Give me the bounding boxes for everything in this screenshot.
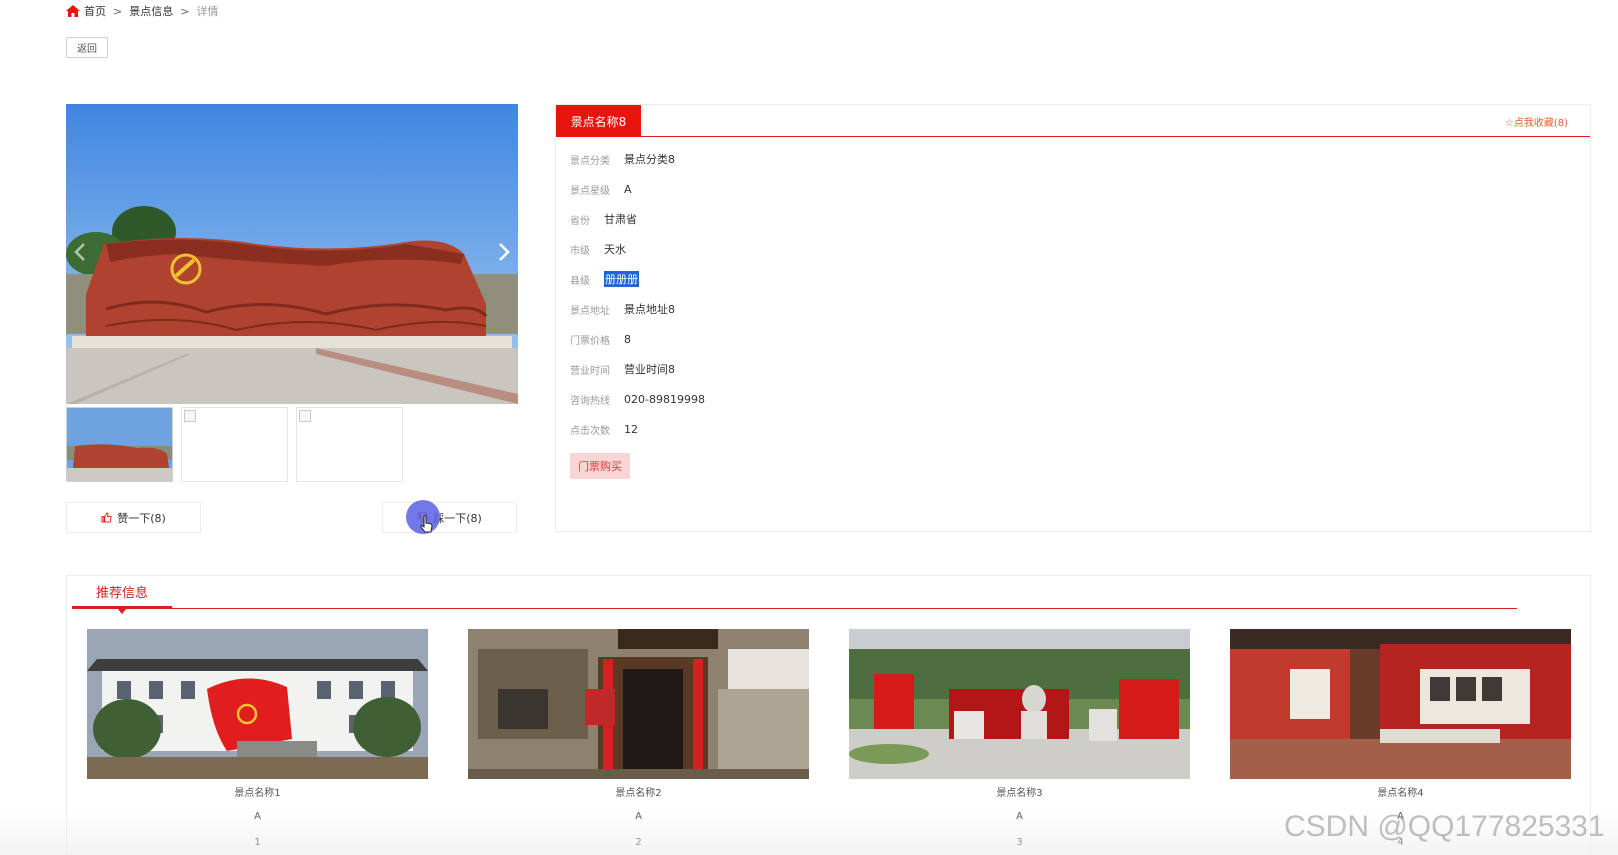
field-category: 景点分类 景点分类8 — [570, 153, 675, 167]
hand-cursor-icon — [420, 515, 433, 533]
field-address: 景点地址 景点地址8 — [570, 303, 675, 317]
recommend-photo — [468, 629, 809, 779]
broken-image-icon — [299, 410, 311, 422]
selected-text: 册册册 — [604, 271, 639, 287]
recommend-count: 1 — [254, 837, 261, 848]
breadcrumb: 首页 > 景点信息 > 详情 — [66, 2, 218, 20]
recommend-title: 推荐信息 — [72, 576, 172, 609]
chevron-right-icon — [499, 243, 510, 261]
chevron-left-icon — [74, 243, 85, 261]
breadcrumb-section[interactable]: 景点信息 — [129, 3, 173, 19]
thumbnail-1[interactable] — [66, 407, 173, 482]
broken-image-icon — [184, 410, 196, 422]
recommend-header: 推荐信息 — [72, 576, 1517, 614]
attraction-name-tab: 景点名称8 — [556, 105, 641, 137]
next-image-button[interactable] — [494, 237, 514, 267]
breadcrumb-home[interactable]: 首页 — [84, 3, 106, 19]
breadcrumb-separator: > — [113, 4, 123, 18]
field-province: 省份 甘肃省 — [570, 213, 637, 227]
caret-down-icon — [118, 609, 126, 614]
breadcrumb-current: 详情 — [196, 5, 219, 18]
detail-header: 景点名称8 ☆点我收藏(8) — [556, 105, 1590, 137]
recommend-photo — [1230, 629, 1571, 779]
recommend-count: 3 — [1016, 837, 1023, 848]
recommend-card[interactable]: 景点名称2 A 2 — [468, 629, 809, 851]
thumbnail-2[interactable] — [181, 407, 288, 482]
recommend-name[interactable]: 景点名称4 — [1230, 784, 1571, 799]
favorite-button[interactable]: ☆点我收藏(8) — [1505, 114, 1568, 129]
monument-photo — [66, 104, 518, 404]
recommend-image[interactable] — [87, 629, 428, 779]
main-image — [66, 104, 518, 404]
recommend-card[interactable]: 景点名称3 A 3 — [849, 629, 1190, 851]
prev-image-button[interactable] — [70, 237, 90, 267]
breadcrumb-separator: > — [180, 4, 190, 18]
like-label: 赞一下(8) — [117, 511, 166, 525]
recommend-level: A — [635, 811, 642, 822]
home-icon[interactable] — [66, 5, 80, 17]
recommend-photo — [87, 629, 428, 779]
recommend-count: 2 — [635, 837, 642, 848]
recommend-name[interactable]: 景点名称3 — [849, 784, 1190, 799]
back-button[interactable]: 返回 — [66, 37, 108, 58]
recommend-level: A — [1016, 811, 1023, 822]
field-ticket-price: 门票价格 8 — [570, 332, 631, 347]
detail-panel: 景点名称8 ☆点我收藏(8) 景点分类 景点分类8 景点星级 A 省份 甘肃省 … — [555, 104, 1591, 532]
recommend-card[interactable]: 景点名称1 A 1 — [87, 629, 428, 851]
thumbs-up-icon — [101, 512, 112, 523]
dislike-label: 踩一下(8) — [433, 511, 482, 525]
thumbnail-strip — [66, 407, 403, 482]
like-button[interactable]: 赞一下(8) — [66, 502, 201, 533]
recommend-image[interactable] — [1230, 629, 1571, 779]
recommend-name[interactable]: 景点名称1 — [87, 784, 428, 799]
buy-ticket-button[interactable]: 门票购买 — [570, 453, 630, 479]
recommend-photo — [849, 629, 1190, 779]
field-opening-hours: 营业时间 营业时间8 — [570, 363, 675, 377]
thumbnail-photo — [67, 408, 172, 481]
thumbnail-3[interactable] — [296, 407, 403, 482]
field-hotline: 咨询热线 020-89819998 — [570, 392, 705, 407]
recommend-image[interactable] — [849, 629, 1190, 779]
recommend-level: A — [254, 811, 261, 822]
watermark: CSDN @QQ177825331 — [1284, 810, 1605, 843]
field-city: 市级 天水 — [570, 243, 626, 257]
recommend-name[interactable]: 景点名称2 — [468, 784, 809, 799]
field-star-level: 景点星级 A — [570, 182, 632, 197]
field-county: 县级 册册册 — [570, 271, 639, 287]
field-click-count: 点击次数 12 — [570, 422, 638, 437]
recommend-image[interactable] — [468, 629, 809, 779]
dislike-button[interactable]: 踩一下(8) — [382, 502, 517, 533]
